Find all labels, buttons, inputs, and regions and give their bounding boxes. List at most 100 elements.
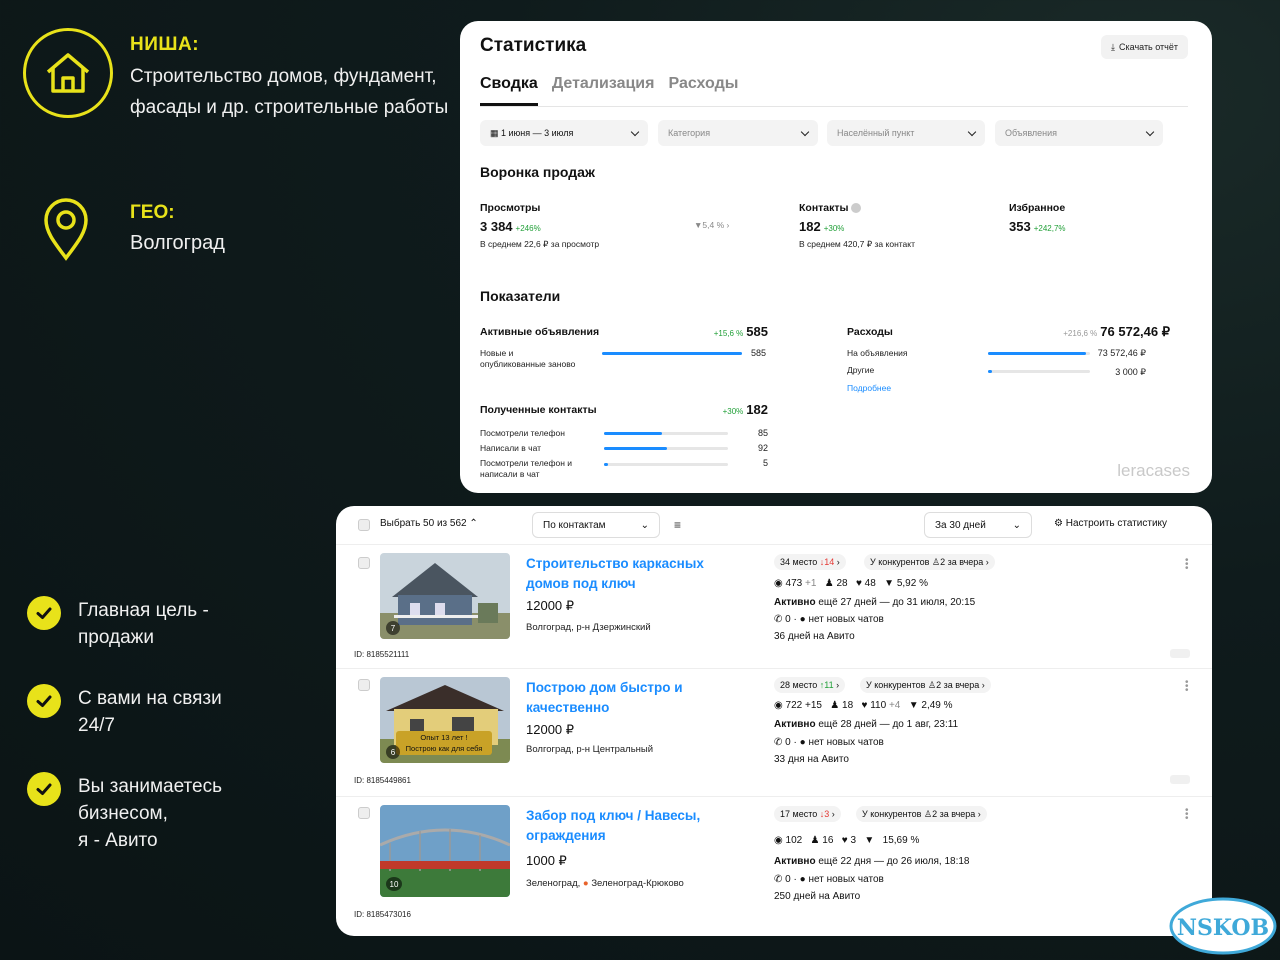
calls-chats: ✆ 0 · ● нет новых чатов [774, 614, 884, 625]
house-icon [23, 28, 113, 118]
period-select[interactable]: За 30 дней ⌄ [924, 512, 1032, 538]
chevron-up-icon: ⌃ [469, 518, 478, 529]
mini-toggle[interactable] [1170, 649, 1190, 658]
listing-location: Волгоград, р-н Центральный [526, 744, 654, 755]
more-menu-icon[interactable]: • • • [1185, 678, 1189, 696]
received-row-value: 92 [757, 443, 768, 453]
photo-count: 7 [386, 621, 400, 635]
listing-metrics: ◉ 722 +15 ♟ 18 ♥ 110 +4 ▼ 2,49 % [774, 700, 953, 711]
days-on-avito: 250 дней на Авито [774, 891, 861, 902]
views-conversion[interactable]: ▼5,4 % › [694, 220, 729, 230]
ads-filter[interactable]: Объявления [995, 120, 1163, 146]
download-icon: ⤓ [1111, 41, 1115, 52]
active-ads-label: Активные объявления [480, 326, 600, 338]
niche-line1: Строительство домов, фундамент, [130, 66, 437, 87]
views-value: 3 384 +246% [480, 219, 541, 234]
listing-id: ID: 8185473016 [354, 910, 411, 919]
competitors-badge[interactable]: У конкурентов ♙ 2 за вчера › [860, 677, 991, 693]
calendar-icon: ▦ [490, 127, 502, 138]
geo-title: ГЕО: [130, 202, 175, 223]
tabs: Сводка Детализация Расходы [480, 75, 1188, 107]
listing-photo[interactable]: 10 [380, 805, 510, 897]
select-count[interactable]: Выбрать 50 из 562 ⌃ [380, 518, 478, 529]
competitors-badge[interactable]: У конкурентов ♙ 2 за вчера › [856, 806, 987, 822]
place-badge[interactable]: 28 место ↑11 › [774, 677, 846, 693]
phone-icon: ✆ [774, 737, 783, 748]
listing-price: 12000 ₽ [526, 722, 575, 737]
received-contacts-label: Полученные контакты [480, 404, 597, 416]
category-filter[interactable]: Категория [658, 120, 818, 146]
funnel-title: Воронка продаж [480, 164, 595, 180]
chat-icon: ● [799, 874, 806, 885]
listing-photo[interactable]: 7 [380, 553, 510, 639]
listing-photo[interactable]: Опыт 13 лет ! Построю как для себя 6 [380, 677, 510, 763]
niche-line2: фасады и др. строительные работы [130, 97, 449, 118]
listing-price: 12000 ₽ [526, 598, 575, 613]
chevron-down-icon [967, 127, 977, 136]
active-ads-value: +15,6 % 585 [713, 324, 768, 339]
indicators-title: Показатели [480, 288, 561, 304]
contacts-label: Контакты [799, 202, 862, 214]
settings-stats-button[interactable]: ⚙ Настроить статистику [1054, 518, 1167, 529]
mini-toggle[interactable] [1170, 775, 1190, 784]
received-bar [604, 447, 728, 450]
listing-id: ID: 8185521111 [354, 650, 410, 659]
user-icon: ♙ [931, 556, 941, 567]
received-contacts-value: +30% 182 [722, 402, 768, 417]
place-badge[interactable]: 17 место ↓3 › [774, 806, 841, 822]
select-all-checkbox[interactable] [358, 519, 370, 531]
favorites-value: 353 +242,7% [1009, 219, 1066, 234]
info-icon [851, 203, 862, 214]
sort-select[interactable]: По контактам ⌄ [532, 512, 660, 538]
more-link[interactable]: Подробнее [847, 383, 891, 393]
active-ads-bar [602, 352, 742, 355]
user-icon: ♙ [923, 808, 933, 819]
active-status: Активно ещё 22 дня — до 26 июля, 18:18 [774, 856, 970, 867]
received-row-label: Написали в чат [480, 443, 542, 453]
download-report-button[interactable]: ⤓ Скачать отчёт [1101, 35, 1188, 59]
row-checkbox[interactable] [358, 679, 370, 691]
eye-icon: ◉ [774, 578, 783, 589]
calls-chats: ✆ 0 · ● нет новых чатов [774, 874, 884, 885]
tab-expenses[interactable]: Расходы [668, 75, 738, 106]
photo-count: 10 [386, 877, 402, 891]
listing-title[interactable]: Построю дом быстро и качественно [526, 678, 726, 718]
active-ads-sub-value: 585 [750, 348, 766, 358]
competitors-badge[interactable]: У конкурентов ♙ 2 за вчера › [864, 554, 995, 570]
date-filter[interactable]: ▦ 1 июня — 3 июля [480, 120, 648, 146]
more-menu-icon[interactable]: • • • [1185, 806, 1189, 824]
chevron-down-icon [630, 127, 640, 136]
chat-icon: ● [799, 737, 806, 748]
list-item: 7 Строительство каркасных домов под ключ … [336, 544, 1212, 668]
page-title: Статистика [480, 35, 587, 56]
menu-icon[interactable]: ≡ [674, 518, 681, 532]
tab-summary[interactable]: Сводка [480, 75, 538, 106]
expenses-row-value: 3 000 ₽ [1115, 367, 1146, 377]
list-item: 10 Забор под ключ / Навесы, ограждения 10… [336, 796, 1212, 926]
filter-funnel-icon: ▼ [884, 578, 895, 589]
watermark: leracases [1117, 461, 1190, 480]
row-checkbox[interactable] [358, 807, 370, 819]
svg-text:NSKOB: NSKOB [1177, 915, 1269, 941]
photo-count: 6 [386, 745, 400, 759]
check-icon [27, 596, 61, 630]
geo-text: Волгоград [130, 232, 225, 254]
city-filter[interactable]: Населённый пункт [827, 120, 985, 146]
listing-title[interactable]: Строительство каркасных домов под ключ [526, 554, 726, 594]
tab-details[interactable]: Детализация [552, 75, 655, 106]
place-badge[interactable]: 34 место ↓14 › [774, 554, 846, 570]
more-menu-icon[interactable]: • • • [1185, 556, 1189, 574]
listing-price: 1000 ₽ [526, 853, 567, 868]
user-icon: ♟ [824, 578, 834, 589]
listing-title[interactable]: Забор под ключ / Навесы, ограждения [526, 806, 726, 846]
chevron-down-icon: ⌄ [1012, 519, 1021, 531]
phone-icon: ✆ [774, 614, 783, 625]
nskob-logo: NSKOB [1168, 892, 1278, 956]
listing-metrics: ◉ 102 ♟ 16 ♥ 3 ▼ 15,69 % [774, 835, 920, 846]
gear-icon: ⚙ [1054, 518, 1063, 529]
views-note: В среднем 22,6 ₽ за просмотр [480, 239, 600, 249]
photo-caption: Опыт 13 лет ! Построю как для себя [396, 731, 492, 755]
row-checkbox[interactable] [358, 557, 370, 569]
contacts-value: 182 +30% [799, 219, 845, 234]
listings-panel: Выбрать 50 из 562 ⌃ По контактам ⌄ ≡ За 3… [336, 506, 1212, 936]
